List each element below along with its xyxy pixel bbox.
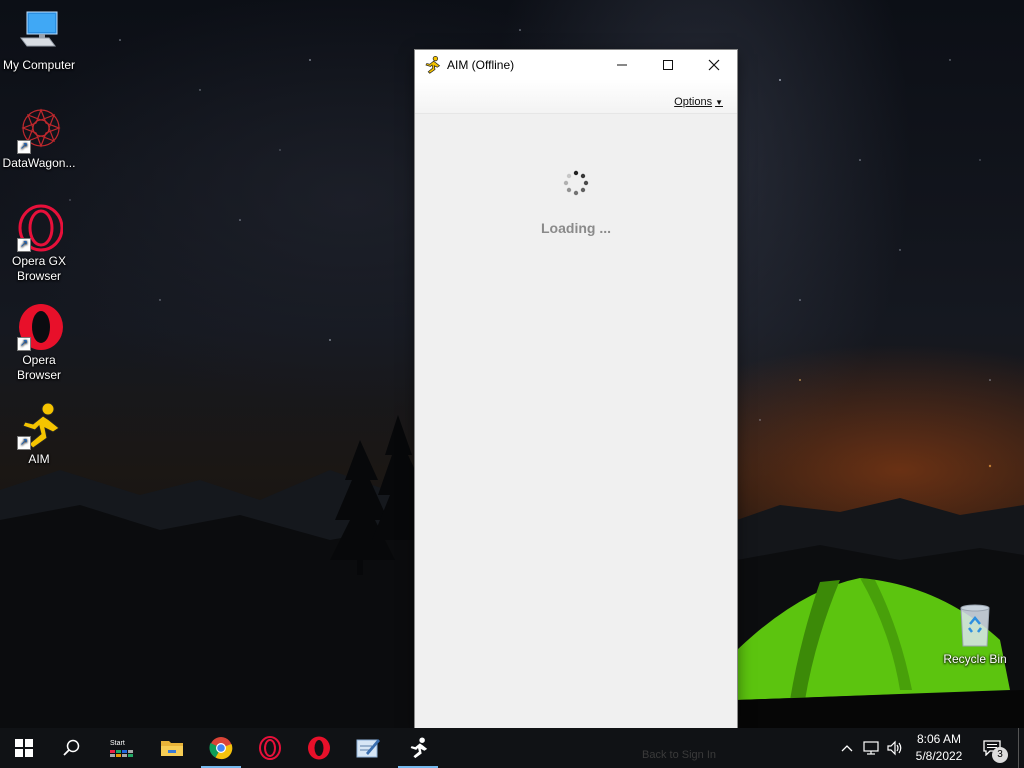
desktop-icon-label: Opera Browser: [16, 353, 61, 382]
tray-overflow-button[interactable]: [838, 728, 856, 768]
desktop-icon-aim[interactable]: ↗ AIM: [1, 402, 77, 467]
desktop-icon-label: Recycle Bin: [943, 652, 1007, 666]
taskbar: Start 8:06 AM 5/8/2022: [0, 728, 1024, 768]
desktop-icon-label: Opera GX Browser: [11, 254, 67, 283]
taskbar-opera[interactable]: [295, 728, 343, 768]
maximize-icon: [663, 59, 673, 70]
close-button[interactable]: [691, 50, 737, 79]
options-label: Options: [674, 96, 713, 108]
desktop-icon-label: AIM: [28, 452, 50, 466]
desktop-icon-opera[interactable]: ↗ Opera Browser: [1, 303, 77, 383]
datawagon-icon: ↗: [15, 106, 63, 154]
desktop-icon-my-computer[interactable]: My Computer: [1, 8, 77, 73]
maximize-button[interactable]: [645, 50, 691, 79]
shortcut-arrow-icon: ↗: [17, 140, 31, 154]
shortcut-arrow-icon: ↗: [17, 436, 31, 450]
opera-icon: [308, 736, 330, 760]
minimize-icon: [617, 64, 627, 65]
notepad-icon: [356, 739, 380, 758]
desktop-icon-label: My Computer: [2, 58, 76, 72]
window-toolbar: Options ▼: [415, 79, 737, 114]
volume-button[interactable]: [884, 728, 906, 768]
start-button[interactable]: [0, 728, 48, 768]
ghost-back-to-sign-in: Back to Sign In: [642, 749, 716, 761]
shortcut-arrow-icon: ↗: [17, 238, 31, 252]
aim-running-man-icon: ↗: [15, 402, 63, 450]
chrome-icon: [209, 737, 233, 760]
aim-app-icon: [425, 55, 441, 74]
network-icon: [863, 741, 879, 755]
desktop-icon-datawagon[interactable]: ↗ DataWagon...: [1, 106, 77, 171]
taskbar-start-tile[interactable]: Start: [98, 728, 146, 768]
chevron-up-icon: [841, 745, 853, 752]
notification-count-badge: 3: [992, 747, 1008, 763]
clock-time: 8:06 AM: [916, 732, 962, 746]
desktop-icon-label: DataWagon...: [2, 156, 76, 170]
file-explorer-icon: [161, 741, 183, 756]
clock-date: 5/8/2022: [915, 749, 963, 763]
close-icon: [708, 59, 720, 70]
computer-icon: [15, 8, 63, 56]
network-button[interactable]: [860, 728, 882, 768]
show-desktop-button[interactable]: [1018, 728, 1024, 768]
taskbar-chrome[interactable]: [197, 728, 245, 768]
desktop-icon-opera-gx[interactable]: ↗ Opera GX Browser: [1, 204, 77, 284]
window-title: AIM (Offline): [447, 57, 515, 72]
options-menu[interactable]: Options ▼: [674, 96, 723, 108]
loading-spinner-icon: [563, 170, 589, 196]
chevron-down-icon: ▼: [715, 97, 723, 107]
windows-start-icon: [15, 739, 33, 757]
opera-icon: ↗: [15, 303, 63, 351]
shortcut-arrow-icon: ↗: [17, 337, 31, 351]
taskbar-clock[interactable]: 8:06 AM 5/8/2022: [910, 731, 968, 765]
opera-gx-icon: [259, 736, 281, 760]
minimize-button[interactable]: [599, 50, 645, 79]
aim-running-man-icon: [410, 737, 428, 759]
speaker-icon: [887, 740, 902, 756]
loading-text: Loading ...: [541, 220, 611, 236]
taskbar-file-explorer[interactable]: [148, 728, 196, 768]
taskbar-notepad[interactable]: [344, 728, 392, 768]
aim-window: AIM (Offline) Options ▼ Loading ...: [415, 50, 737, 728]
opera-gx-icon: ↗: [15, 204, 64, 252]
taskbar-opera-gx[interactable]: [246, 728, 294, 768]
taskbar-aim[interactable]: [394, 728, 442, 768]
desktop-icon-recycle-bin[interactable]: Recycle Bin: [937, 602, 1013, 667]
start-tile-icon: Start: [110, 740, 134, 757]
search-button[interactable]: [48, 728, 96, 768]
recycle-bin-icon: [951, 602, 999, 650]
search-icon: [63, 739, 80, 756]
start-tile-label: Start: [110, 739, 125, 747]
window-titlebar[interactable]: AIM (Offline): [415, 50, 737, 79]
